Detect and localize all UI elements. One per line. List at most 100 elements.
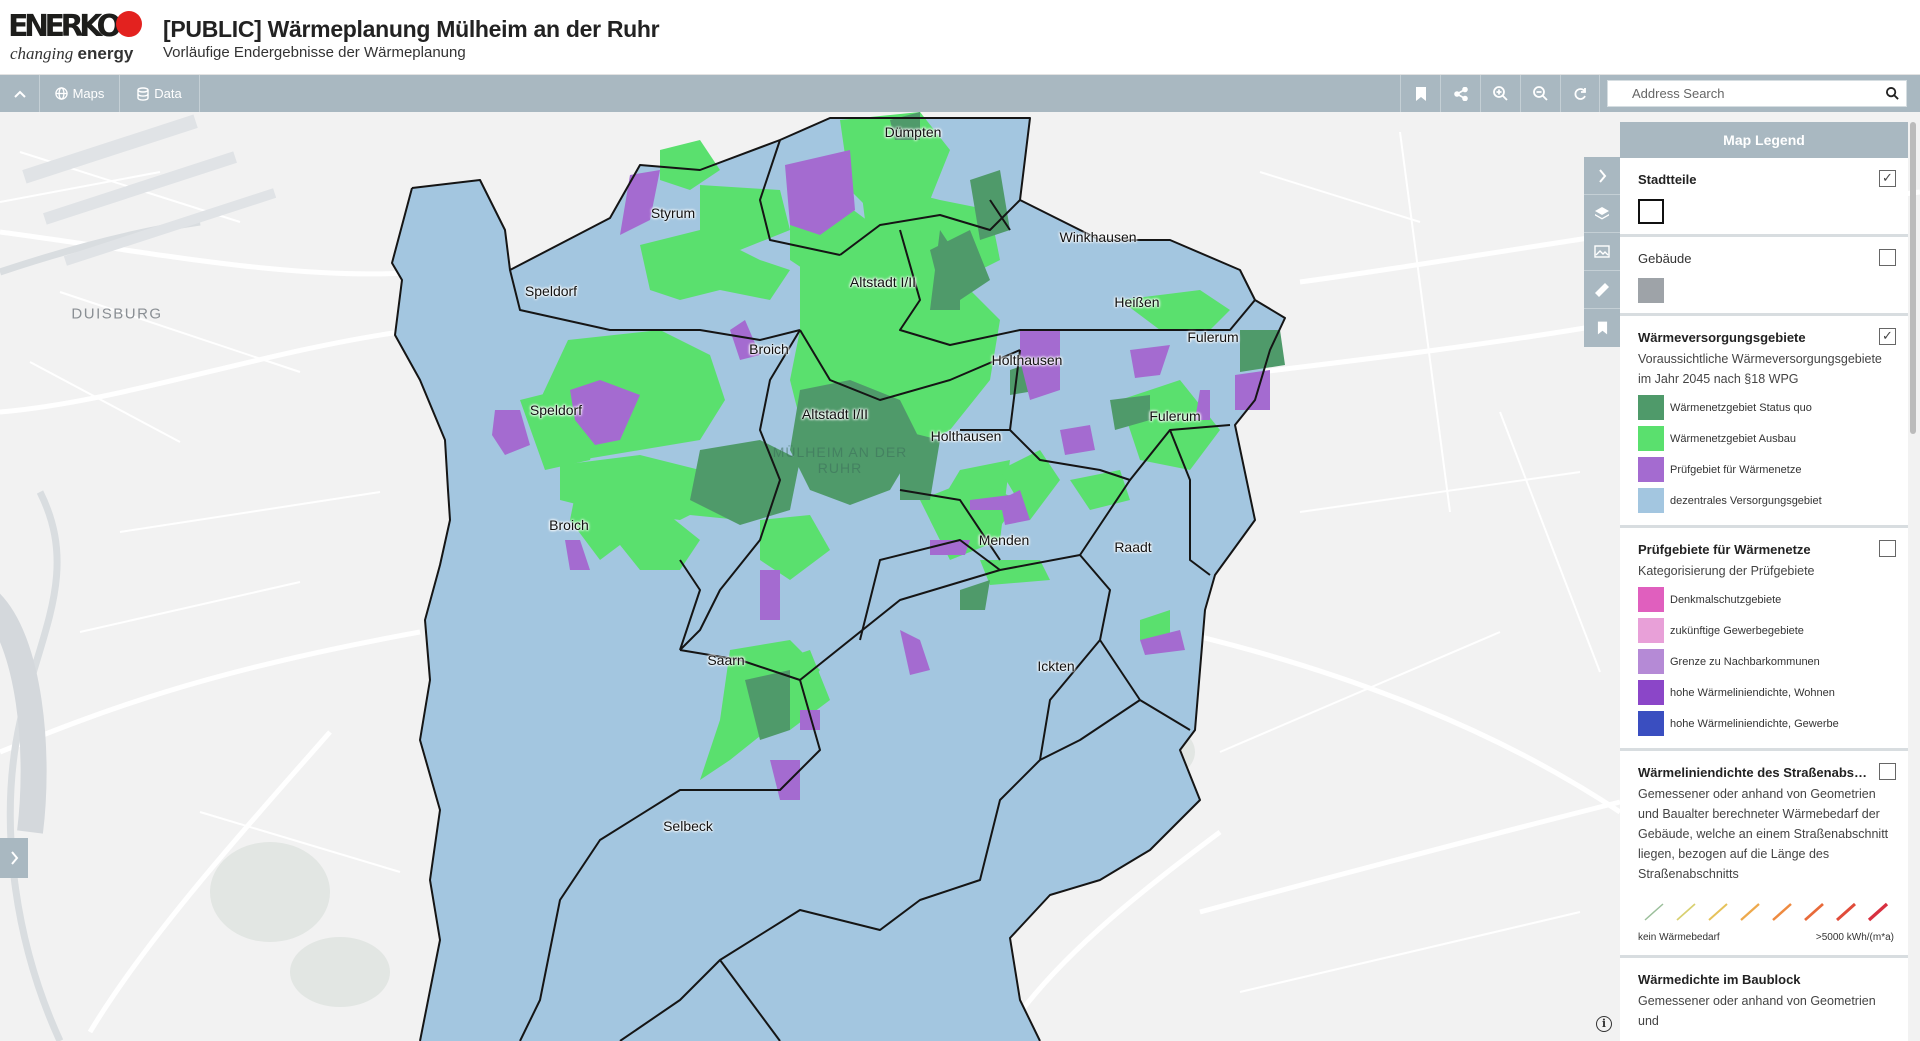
- district-label-saarn: Saarn: [707, 652, 745, 668]
- legend-section-description: Gemessener oder anhand von Geometrien un…: [1638, 787, 1889, 881]
- legend-section-pruefgebiete: Prüfgebiete für Wärmenetze Kategorisieru…: [1620, 528, 1908, 751]
- page-title: [PUBLIC] Wärmeplanung Mülheim an der Ruh…: [163, 16, 660, 42]
- page-subtitle: Vorläufige Endergebnisse der Wärmeplanun…: [163, 44, 466, 61]
- ramp-min-label: kein Wärmebedarf: [1638, 932, 1720, 943]
- info-icon[interactable]: i: [1596, 1016, 1612, 1032]
- legend-item: Denkmalschutzgebiete: [1638, 587, 1894, 612]
- legend-item: hohe Wärmeliniendichte, Wohnen: [1638, 680, 1894, 705]
- district-label-menden: Menden: [978, 532, 1030, 548]
- legend-section-description: Kategorisierung der Prüfgebiete: [1638, 564, 1815, 578]
- address-search-box: [1607, 80, 1907, 107]
- share-button[interactable]: [1440, 75, 1480, 112]
- bookmark-icon: [1415, 86, 1426, 101]
- legend-swatch: [1638, 457, 1664, 482]
- zoom-out-button[interactable]: [1520, 75, 1560, 112]
- chevron-right-icon: [1598, 168, 1606, 183]
- legend-item: Wärmenetzgebiet Status quo: [1638, 395, 1894, 420]
- legend-swatch: [1638, 649, 1664, 674]
- logo-tagline: changing energy: [10, 44, 134, 63]
- legend-section-stadtteile: Stadtteile ✓: [1620, 158, 1908, 237]
- legend-swatch: [1638, 711, 1664, 736]
- district-label-broich-north: Broich: [749, 341, 789, 357]
- basemap-button[interactable]: [1584, 233, 1620, 271]
- legend-swatch-buildings: [1638, 278, 1664, 303]
- ramp-labels: kein Wärmebedarf >5000 kWh/(m*a): [1638, 932, 1894, 943]
- legend-scrollbar[interactable]: [1910, 122, 1916, 434]
- ramp-swatch-line: [1772, 903, 1792, 921]
- data-menu-button[interactable]: Data: [120, 75, 200, 112]
- ramp-swatch-line: [1867, 902, 1889, 922]
- district-label-fulerum-north: Fulerum: [1187, 329, 1239, 345]
- legend-swatch-outline: [1638, 199, 1664, 224]
- layer-toggle-checkbox[interactable]: [1879, 763, 1896, 780]
- layer-toggle-checkbox[interactable]: [1879, 249, 1896, 266]
- legend-swatch: [1638, 618, 1664, 643]
- layers-icon: [1595, 206, 1609, 219]
- address-search-input[interactable]: [1608, 81, 1878, 106]
- city-label-duisburg: DUISBURG: [71, 305, 163, 323]
- app-header: ENERKO changing energy [PUBLIC] Wärmepla…: [0, 0, 1920, 75]
- legend-swatch: [1638, 395, 1664, 420]
- map-side-toolbar: [1584, 157, 1620, 347]
- legend-swatch: [1638, 587, 1664, 612]
- zoom-in-button[interactable]: [1480, 75, 1520, 112]
- district-label-styrum: Styrum: [650, 205, 696, 221]
- ramp-max-label: >5000 kWh/(m*a): [1815, 932, 1894, 943]
- search-button[interactable]: [1878, 81, 1906, 106]
- share-icon: [1453, 86, 1468, 101]
- enerko-logo-mark: ENERKO: [8, 10, 142, 40]
- legend-item: Prüfgebiet für Wärmenetze: [1638, 457, 1894, 482]
- refresh-button[interactable]: [1560, 75, 1600, 112]
- legend-section-waermedichte-baublock: Wärmedichte im Baublock Gemessener oder …: [1620, 958, 1908, 1041]
- legend-item: dezentrales Versorgungsgebiet: [1638, 488, 1894, 513]
- bookmark-icon: [1597, 321, 1607, 335]
- legend-item: zukünftige Gewerbegebiete: [1638, 618, 1894, 643]
- legend-section-title: Wärmeversorgungsgebiete: [1638, 330, 1806, 345]
- enerko-logo[interactable]: ENERKO changing energy: [8, 10, 148, 68]
- svg-text:ENERKO: ENERKO: [8, 10, 120, 40]
- district-label-raadt: Raadt: [1114, 539, 1152, 555]
- ramp-swatch-line: [1676, 903, 1696, 921]
- layer-toggle-checkbox[interactable]: ✓: [1879, 328, 1896, 345]
- legend-section-description: Gemessener oder anhand von Geometrien un…: [1638, 994, 1876, 1028]
- district-label-broich-south: Broich: [549, 517, 589, 533]
- legend-section-title: Stadtteile: [1638, 172, 1697, 187]
- district-label-speldorf-north: Speldorf: [524, 283, 578, 299]
- zoom-in-icon: [1493, 86, 1508, 101]
- collapse-header-button[interactable]: [0, 75, 40, 112]
- district-label-duempten: Dümpten: [884, 124, 942, 140]
- legend-section-title: Wärmeliniendichte des Straßenabschnitts: [1638, 765, 1894, 780]
- maps-menu-button[interactable]: Maps: [40, 75, 120, 112]
- expand-left-panel-button[interactable]: [0, 838, 28, 878]
- collapse-legend-button[interactable]: [1584, 157, 1620, 195]
- layer-toggle-checkbox[interactable]: [1879, 540, 1896, 557]
- legend-swatch: [1638, 488, 1664, 513]
- legend-header: Map Legend: [1620, 122, 1908, 158]
- search-icon: [1885, 87, 1899, 100]
- legend-section-gebaeude: Gebäude: [1620, 237, 1908, 316]
- legend-swatch: [1638, 680, 1664, 705]
- city-center-label: MÜLHEIM AN DER RUHR: [772, 444, 908, 476]
- bookmark-button[interactable]: [1400, 75, 1440, 112]
- measure-button[interactable]: [1584, 271, 1620, 309]
- ramp-swatch-line: [1644, 903, 1664, 921]
- legend-section-title: Gebäude: [1638, 251, 1692, 266]
- side-bookmark-button[interactable]: [1584, 309, 1620, 347]
- legend-section-waermeliniendichte: Wärmeliniendichte des Straßenabschnitts …: [1620, 751, 1908, 958]
- layer-toggle-checkbox[interactable]: ✓: [1879, 170, 1896, 187]
- chevron-right-icon: [10, 851, 18, 865]
- ruler-icon: [1595, 282, 1609, 297]
- layers-button[interactable]: [1584, 195, 1620, 233]
- legend-item: Wärmenetzgebiet Ausbau: [1638, 426, 1894, 451]
- ramp-swatch-line: [1740, 903, 1760, 921]
- district-label-winkhausen: Winkhausen: [1059, 229, 1137, 245]
- heat-density-color-ramp: [1638, 900, 1894, 924]
- legend-section-waermeversorgung: Wärmeversorgungsgebiete ✓ Voraussichtlic…: [1620, 316, 1908, 528]
- legend-section-title: Wärmedichte im Baublock: [1638, 972, 1801, 987]
- main-toolbar: Maps Data: [0, 75, 1920, 112]
- maps-menu-label: Maps: [72, 86, 105, 101]
- district-label-heissen: Heißen: [1114, 294, 1160, 310]
- district-label-altstadt-north: Altstadt I/II: [849, 274, 917, 290]
- rhine-river: [0, 593, 47, 834]
- map-legend-panel: Map Legend Stadtteile ✓ Gebäude Wärmever…: [1620, 122, 1908, 1041]
